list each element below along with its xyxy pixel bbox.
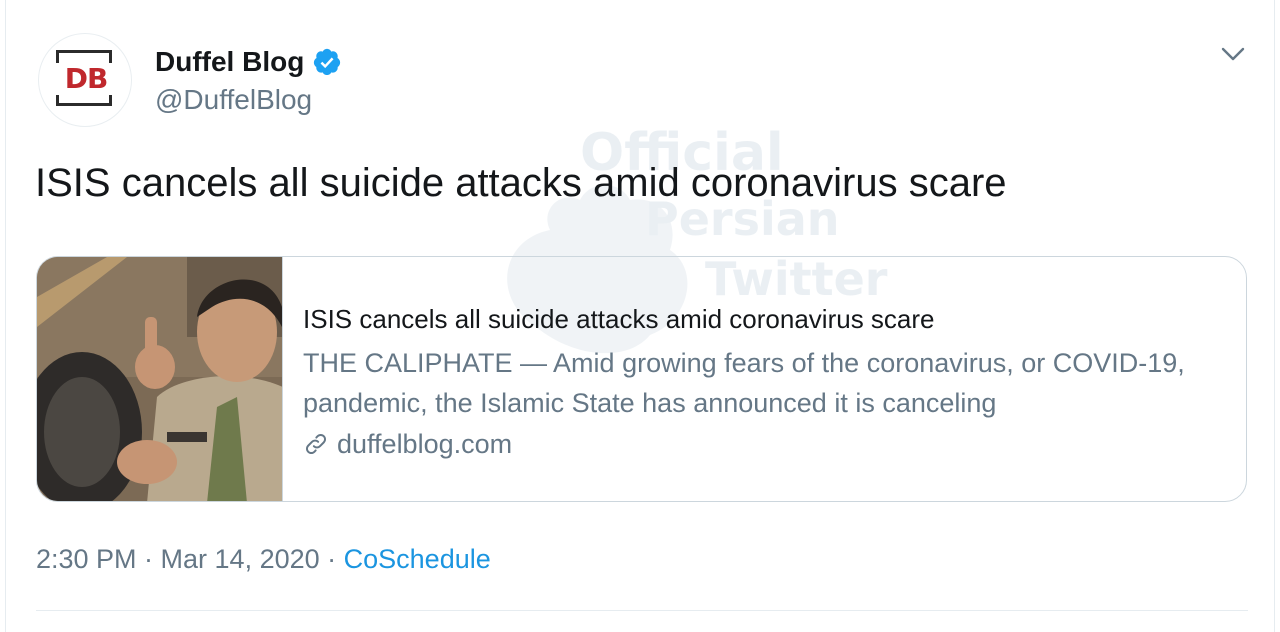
tweet-source-link[interactable]: CoSchedule [344, 544, 491, 574]
author-handle[interactable]: @DuffelBlog [155, 84, 312, 116]
author-name[interactable]: Duffel Blog [155, 46, 304, 78]
link-icon [306, 434, 326, 454]
card-thumbnail [37, 257, 283, 501]
avatar[interactable]: DB [38, 33, 132, 127]
avatar-logo: DB [64, 62, 109, 95]
tweet-timestamp[interactable]: 2:30 PM · Mar 14, 2020 · [36, 544, 344, 574]
author-row: Duffel Blog [155, 42, 342, 82]
card-body: ISIS cancels all suicide attacks amid co… [303, 301, 1223, 465]
divider [36, 610, 1248, 611]
card-title: ISIS cancels all suicide attacks amid co… [303, 304, 935, 334]
card-description: THE CALIPHATE — Amid growing fears of th… [303, 348, 1185, 418]
card-photo [37, 257, 282, 501]
link-card[interactable]: ISIS cancels all suicide attacks amid co… [36, 256, 1247, 502]
verified-badge-icon [314, 48, 341, 76]
chevron-down-icon[interactable] [1219, 42, 1247, 66]
card-domain-row: duffelblog.com [303, 423, 1223, 465]
tweet-text: ISIS cancels all suicide attacks amid co… [35, 161, 1007, 205]
card-domain: duffelblog.com [337, 429, 513, 459]
tweet-meta: 2:30 PM · Mar 14, 2020 · CoSchedule [36, 544, 491, 575]
